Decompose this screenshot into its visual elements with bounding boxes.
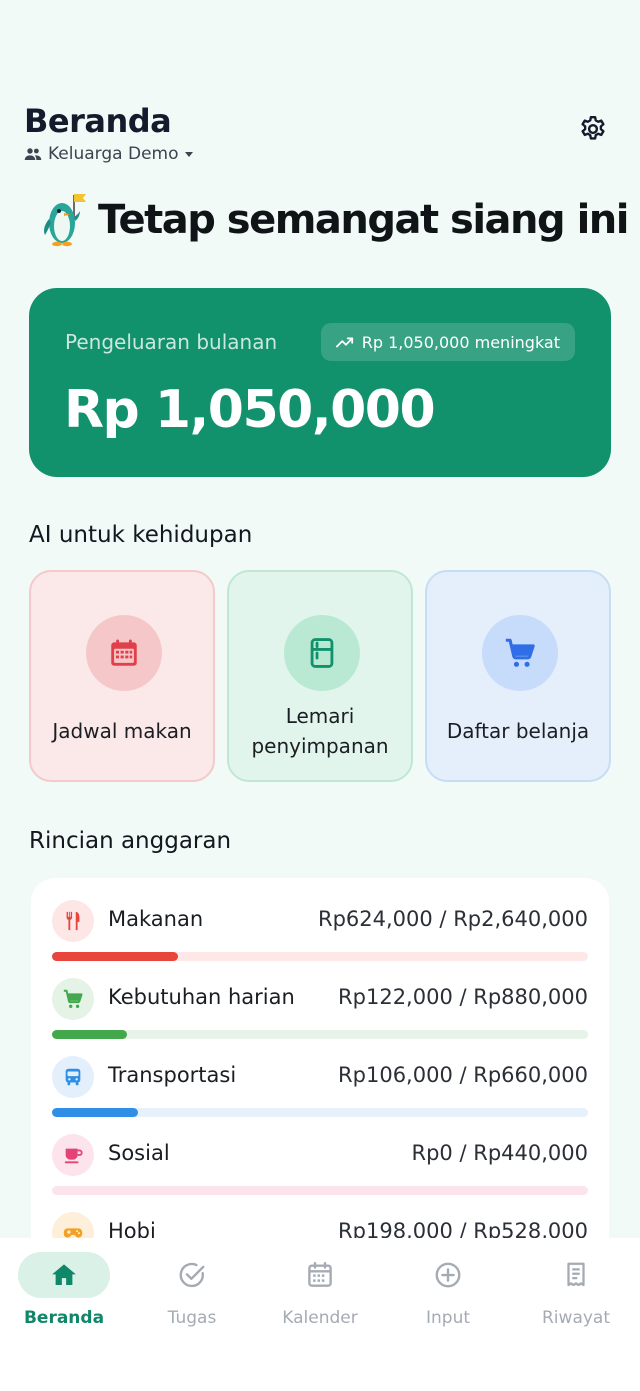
chevron-down-icon <box>184 151 193 157</box>
cart-icon <box>63 989 83 1008</box>
budget-amount: Rp624,000 / Rp2,640,000 <box>318 907 588 931</box>
ai-tiles: Jadwal makan Lemari penyimpanan Daftar b… <box>29 570 611 782</box>
budget-amount: Rp122,000 / Rp880,000 <box>338 985 588 1009</box>
bus-icon <box>65 1068 81 1086</box>
family-name: Keluarga Demo <box>48 144 179 164</box>
nav-label: Input <box>425 1308 471 1328</box>
budget-row-sosial[interactable]: Sosial Rp0 / Rp440,000 <box>52 1134 588 1212</box>
budget-icon-sosial <box>52 1134 94 1176</box>
receipt-icon <box>567 1262 585 1287</box>
page-title: Beranda <box>24 102 172 140</box>
nav-item-riwayat[interactable]: Riwayat <box>512 1252 640 1352</box>
nav-pill <box>530 1252 622 1298</box>
budget-name: Transportasi <box>108 1063 237 1087</box>
budget-bar-track <box>52 1108 588 1117</box>
nav-item-input[interactable]: Input <box>384 1252 512 1352</box>
nav-pill <box>402 1252 494 1298</box>
budget-amount: Rp106,000 / Rp660,000 <box>338 1063 588 1087</box>
budget-bar-fill <box>52 1108 139 1117</box>
pantry-tile[interactable]: Lemari penyimpanan <box>227 570 413 782</box>
spending-amount: Rp 1,050,000 <box>64 380 436 440</box>
budget-bar-track <box>52 952 588 961</box>
spending-label: Pengeluaran bulanan <box>65 330 278 354</box>
family-selector[interactable]: Keluarga Demo <box>24 144 193 164</box>
meal-plan-label: Jadwal makan <box>52 719 192 743</box>
shopping-list-icon-circle <box>482 615 558 691</box>
trend-badge: Rp 1,050,000 meningkat <box>320 323 575 361</box>
nav-label: Tugas <box>167 1308 217 1328</box>
plus-circle-icon <box>435 1262 461 1288</box>
trending-up-icon <box>335 337 353 348</box>
pantry-label: Lemari penyimpanan <box>251 704 389 758</box>
nav-pill <box>146 1252 238 1298</box>
people-icon <box>24 148 42 160</box>
ai-section-title: AI untuk kehidupan <box>29 522 253 548</box>
shopping-list-tile[interactable]: Daftar belanja <box>425 570 611 782</box>
gear-icon[interactable] <box>578 114 608 144</box>
home-screen: Beranda Keluarga Demo Tetap semangat sia… <box>0 0 640 1391</box>
budget-card: Makanan Rp624,000 / Rp2,640,000 Kebutuha… <box>31 878 609 1298</box>
bottom-nav: Beranda Tugas Kalender Input Riwayat <box>0 1238 640 1391</box>
budget-name: Kebutuhan harian <box>108 985 295 1009</box>
budget-name: Makanan <box>108 907 204 931</box>
greeting-text: Tetap semangat siang ini <box>98 197 629 243</box>
home-icon <box>52 1264 76 1285</box>
header: Beranda Keluarga Demo <box>24 102 616 172</box>
greeting: Tetap semangat siang ini <box>40 190 629 250</box>
budget-row-transportasi[interactable]: Transportasi Rp106,000 / Rp660,000 <box>52 1056 588 1134</box>
nav-item-beranda[interactable]: Beranda <box>0 1252 128 1352</box>
budget-row-kebutuhan-harian[interactable]: Kebutuhan harian Rp122,000 / Rp880,000 <box>52 978 588 1056</box>
budget-bar-fill <box>52 1030 127 1039</box>
meal-plan-icon-circle <box>86 615 162 691</box>
budget-section-title: Rincian anggaran <box>29 828 232 854</box>
nav-pill <box>18 1252 110 1298</box>
fridge-icon <box>310 638 334 668</box>
budget-icon-transportasi <box>52 1056 94 1098</box>
budget-amount: Rp0 / Rp440,000 <box>411 1141 588 1165</box>
pantry-icon-circle <box>284 615 360 691</box>
budget-name: Sosial <box>108 1141 170 1165</box>
budget-row-makanan[interactable]: Makanan Rp624,000 / Rp2,640,000 <box>52 900 588 978</box>
calendar-icon <box>308 1261 332 1287</box>
budget-bar-fill <box>52 952 179 961</box>
nav-item-kalender[interactable]: Kalender <box>256 1252 384 1352</box>
nav-pill <box>274 1252 366 1298</box>
budget-icon-kebutuhan-harian <box>52 978 94 1020</box>
budget-bar-track <box>52 1186 588 1195</box>
nav-label: Kalender <box>282 1308 358 1328</box>
utensils-icon <box>66 911 80 931</box>
trend-text: Rp 1,050,000 meningkat <box>361 332 560 352</box>
nav-label: Riwayat <box>542 1308 610 1328</box>
calendar-icon <box>111 639 137 666</box>
check-circle-icon <box>179 1262 205 1288</box>
cup-icon <box>64 1148 83 1164</box>
nav-label: Beranda <box>23 1308 105 1328</box>
budget-bar-track <box>52 1030 588 1039</box>
shopping-list-label: Daftar belanja <box>446 719 590 743</box>
budget-icon-makanan <box>52 900 94 942</box>
cart-icon <box>505 638 535 667</box>
nav-item-tugas[interactable]: Tugas <box>128 1252 256 1352</box>
meal-plan-tile[interactable]: Jadwal makan <box>29 570 215 782</box>
monthly-spending-card[interactable]: Pengeluaran bulanan Rp 1,050,000 meningk… <box>29 288 611 477</box>
mascot-penguin-icon <box>44 194 86 247</box>
